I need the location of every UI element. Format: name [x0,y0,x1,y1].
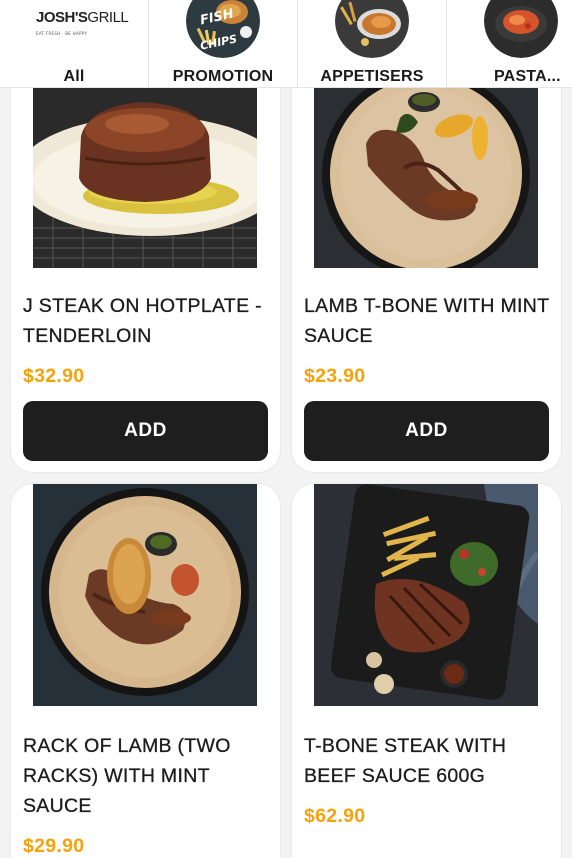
category-label: APPETISERS [320,68,424,85]
product-card[interactable]: J STEAK ON HOTPLATE - TENDERLOIN $32.90 … [11,62,280,472]
category-thumbnail: FISH CHIPS [186,0,260,58]
product-name: T-BONE STEAK WITH BEEF SAUCE 600G [304,735,507,787]
product-name: RACK OF LAMB (TWO RACKS) WITH MINT SAUCE [23,735,231,817]
category-tab-pasta[interactable]: PASTA... [447,0,572,88]
product-photo [314,88,538,310]
logo-tagline: EAT FRESH · BE HAPPY [36,31,88,36]
brand-logo: JOSH'SGRILL EAT FRESH · BE HAPPY [36,8,129,36]
category-tab-promotion[interactable]: FISH CHIPS PROMOTION [149,0,298,88]
product-photo [314,484,538,706]
product-price: $62.90 [304,805,366,827]
product-card[interactable]: T-BONE STEAK WITH BEEF SAUCE 600G $62.90 [292,484,561,858]
add-button[interactable]: ADD [23,401,268,461]
category-thumbnail [335,0,409,58]
product-name: J STEAK ON HOTPLATE - TENDERLOIN [23,295,262,347]
category-bar: JOSH'SGRILL EAT FRESH · BE HAPPY All FIS… [0,0,572,88]
category-label: PROMOTION [172,68,274,85]
logo-text-thin: GRILL [87,9,129,26]
product-price: $29.90 [23,835,85,857]
category-label: All [63,68,85,85]
product-photo [33,88,257,310]
product-card[interactable]: RACK OF LAMB (TWO RACKS) WITH MINT SAUCE… [11,484,280,858]
category-tab-appetisers[interactable]: APPETISERS [298,0,447,88]
product-name: LAMB T-BONE WITH MINT SAUCE [304,295,550,347]
product-photo [33,484,257,706]
add-button[interactable]: ADD [304,401,549,461]
logo-text-bold: JOSH'S [36,9,88,26]
product-price: $23.90 [304,365,366,387]
category-thumbnail [484,0,558,58]
category-label: PASTA... [494,68,561,85]
menu-page: JOSH'SGRILL EAT FRESH · BE HAPPY All FIS… [0,0,572,858]
product-price: $32.90 [23,365,85,387]
category-tab-all[interactable]: JOSH'SGRILL EAT FRESH · BE HAPPY All [0,0,149,88]
product-card[interactable]: LAMB T-BONE WITH MINT SAUCE $23.90 ADD [292,62,561,472]
